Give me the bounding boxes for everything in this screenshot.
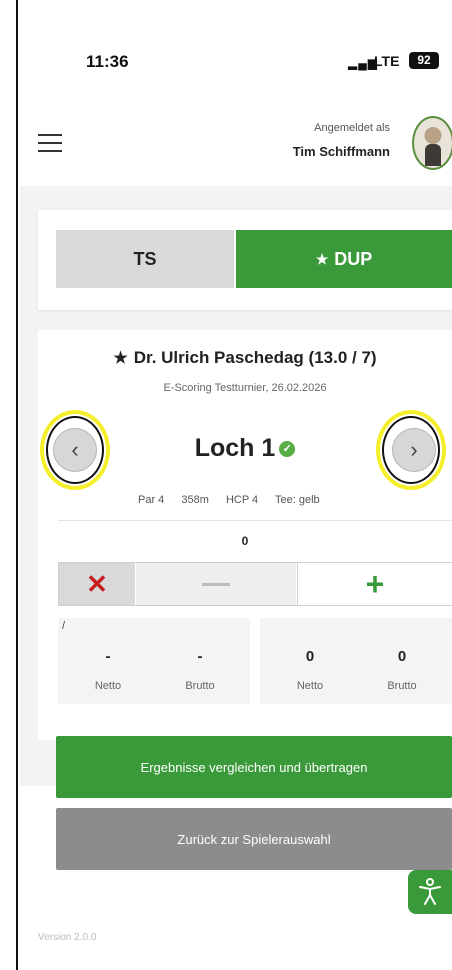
app-version: Version 2.0.0: [38, 932, 97, 943]
accessibility-icon: [419, 878, 441, 905]
clear-score-button[interactable]: ✕: [59, 563, 135, 605]
tab-ts-label: TS: [133, 248, 157, 269]
brutto-value: -: [197, 648, 203, 665]
brutto-label: Brutto: [387, 680, 417, 692]
netto-value: -: [105, 648, 111, 665]
scoring-card: ★ Dr. Ulrich Paschedag (13.0 / 7) E-Scori…: [38, 330, 452, 740]
hole-tee: Tee: gelb: [275, 494, 320, 506]
back-to-player-selection-button[interactable]: Zurück zur Spielerauswahl: [56, 808, 452, 870]
decrement-button[interactable]: [136, 563, 296, 605]
compare-submit-label: Ergebnisse vergleichen und übertragen: [140, 759, 368, 775]
tab-dup[interactable]: ★ DUP: [236, 230, 452, 288]
logged-in-user-name: Tim Schiffmann: [292, 144, 390, 159]
tournament-info: E-Scoring Testturnier, 26.02.2026: [163, 382, 327, 394]
app-header: Angemeldet als Tim Schiffmann: [20, 108, 452, 184]
network-type: LTE: [374, 53, 400, 69]
stroke-stepper: ✕ +: [58, 562, 452, 606]
netto-value: 0: [305, 648, 315, 665]
score-summary-left: / - - Netto Brutto: [58, 618, 250, 704]
brutto-value: 0: [397, 648, 407, 665]
avatar[interactable]: [412, 116, 452, 170]
strokes-count: 0: [241, 534, 249, 548]
netto-label: Netto: [94, 680, 122, 692]
hole-distance: 358m: [181, 494, 209, 506]
plus-icon: +: [365, 565, 385, 602]
tab-dup-label: DUP: [334, 248, 373, 269]
check-circle-icon: ✓: [279, 441, 296, 458]
player-name: Dr. Ulrich Paschedag (13.0 / 7): [133, 348, 377, 367]
compare-submit-button[interactable]: Ergebnisse vergleichen und übertragen: [56, 736, 452, 798]
accessibility-button[interactable]: [408, 870, 452, 914]
hamburger-menu-icon[interactable]: [38, 134, 62, 152]
increment-button[interactable]: +: [297, 563, 452, 605]
netto-label: Netto: [296, 680, 324, 692]
hole-title: Loch 1: [194, 434, 276, 462]
divider: [58, 520, 452, 521]
hole-par: Par 4: [138, 494, 165, 506]
login-label: Angemeldet als: [314, 122, 390, 134]
app-screen: 11:36 ▂▄▆ LTE 92 Angemeldet als Tim Schi…: [20, 0, 452, 970]
hole-info: Par 4 358m HCP 4 Tee: gelb: [138, 494, 334, 506]
battery-indicator: 92: [409, 52, 439, 69]
hole-title-row: Loch 1 ✓: [38, 434, 452, 463]
brutto-label: Brutto: [185, 680, 215, 692]
star-icon: ★: [113, 350, 128, 367]
minus-icon: [202, 582, 230, 586]
status-bar: 11:36 ▂▄▆ LTE 92: [20, 52, 452, 76]
player-tabs-card: TS ★ DUP: [38, 210, 452, 310]
back-label: Zurück zur Spielerauswahl: [177, 831, 331, 847]
score-marker: /: [62, 620, 66, 632]
score-summary-right: 0 0 Netto Brutto: [260, 618, 452, 704]
status-time: 11:36: [86, 52, 129, 71]
star-icon: ★: [315, 250, 329, 267]
close-icon: ✕: [86, 568, 108, 599]
hole-hcp: HCP 4: [225, 494, 259, 506]
tab-ts[interactable]: TS: [56, 230, 234, 288]
player-name-row: ★ Dr. Ulrich Paschedag (13.0 / 7): [38, 348, 452, 368]
